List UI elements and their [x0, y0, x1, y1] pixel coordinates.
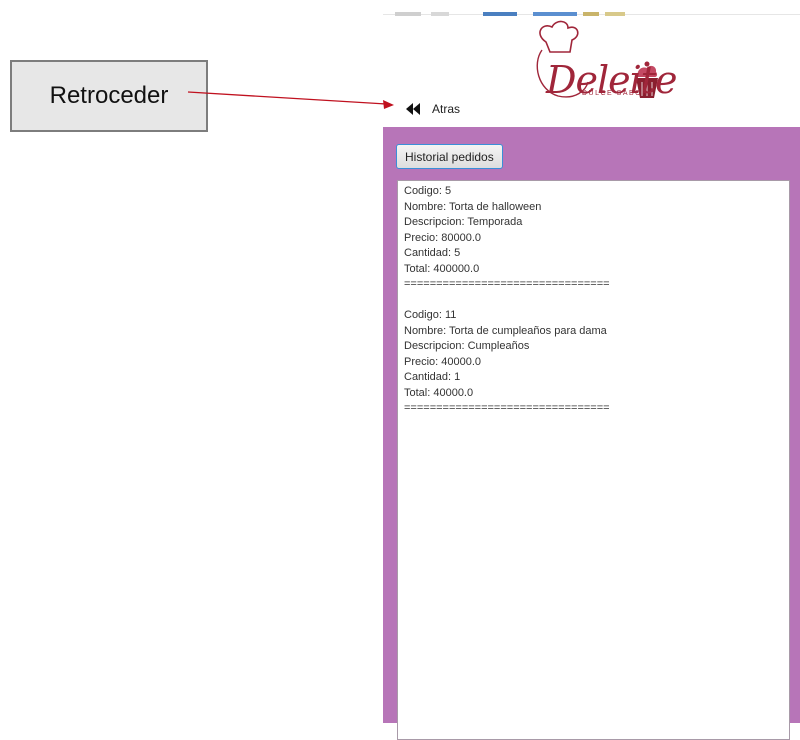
- annotation-callout: Retroceder: [10, 60, 208, 132]
- back-label: Atras: [432, 102, 461, 116]
- order-entry: Codigo: 11 Nombre: Torta de cumpleaños p…: [404, 308, 789, 417]
- order-total: Total: 400000.0: [404, 262, 480, 275]
- historial-pedidos-label: Historial pedidos: [405, 149, 494, 164]
- deleite-logo: Deleite DULCE SABOR: [528, 20, 678, 104]
- order-codigo: Codigo: 11: [404, 309, 457, 321]
- order-total: Total: 40000.0: [404, 386, 474, 399]
- order-descripcion: Descripcion: Cumpleaños: [404, 340, 530, 352]
- order-precio: Precio: 40000.0: [404, 355, 482, 368]
- rewind-icon: [406, 103, 420, 115]
- order-cantidad: Cantidad: 1: [404, 371, 461, 383]
- historial-pedidos-button[interactable]: Historial pedidos: [396, 144, 503, 169]
- order-nombre: Nombre: Torta de cumpleaños para dama: [404, 324, 607, 337]
- orders-panel: Historial pedidos Codigo: 5 Nombre: Tort…: [383, 127, 800, 740]
- top-cropped-strip: [383, 0, 800, 18]
- order-precio: Precio: 80000.0: [404, 231, 482, 244]
- order-descripcion: Descripcion: Temporada: [404, 216, 523, 228]
- order-codigo: Codigo: 5: [404, 185, 452, 197]
- order-entry: Codigo: 5 Nombre: Torta de halloween Des…: [404, 184, 789, 293]
- order-separator: ================================: [404, 402, 610, 414]
- orders-textarea[interactable]: Codigo: 5 Nombre: Torta de halloween Des…: [397, 180, 790, 740]
- logo-subtitle: DULCE SABOR: [582, 90, 649, 97]
- order-cantidad: Cantidad: 5: [404, 247, 461, 259]
- order-nombre: Nombre: Torta de halloween: [404, 200, 542, 213]
- back-button[interactable]: Atras: [406, 100, 460, 118]
- order-separator: ================================: [404, 278, 610, 290]
- annotation-label: Retroceder: [49, 82, 169, 109]
